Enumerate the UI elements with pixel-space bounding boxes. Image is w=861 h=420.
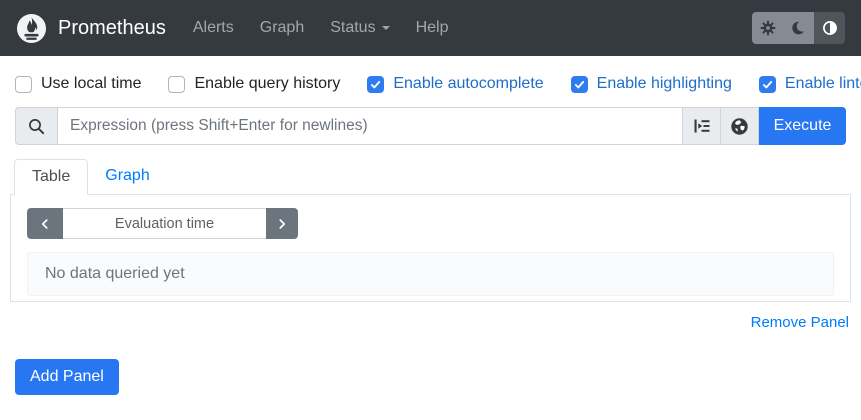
checkmark-icon xyxy=(761,78,774,91)
checkmark-icon xyxy=(573,78,586,91)
chevron-left-icon xyxy=(38,217,52,231)
prometheus-logo-icon xyxy=(16,13,47,44)
table-tab-content: No data queried yet xyxy=(10,195,851,302)
expression-input-group: Execute xyxy=(15,107,846,145)
option-label: Enable autocomplete xyxy=(393,75,543,93)
half-circle-icon xyxy=(822,20,838,36)
panel-tabs: Table Graph xyxy=(10,159,851,195)
option-label: Enable query history xyxy=(194,75,340,93)
time-increase-button[interactable] xyxy=(266,208,298,239)
nav-item-help[interactable]: Help xyxy=(403,11,462,45)
search-icon xyxy=(28,118,45,135)
theme-auto-button[interactable] xyxy=(814,12,845,44)
main-nav: Alerts Graph Status Help xyxy=(180,11,462,45)
tab-graph[interactable]: Graph xyxy=(88,159,166,195)
chevron-down-icon xyxy=(382,26,390,30)
theme-light-button[interactable] xyxy=(752,12,783,44)
brand-title: Prometheus xyxy=(58,17,166,40)
add-panel-button[interactable]: Add Panel xyxy=(15,359,119,395)
checkbox-unchecked[interactable] xyxy=(15,76,32,93)
search-addon xyxy=(15,107,58,145)
query-panel: Table Graph No data queried yet xyxy=(10,159,851,302)
prometheus-brand[interactable]: Prometheus xyxy=(16,13,166,44)
theme-dark-button[interactable] xyxy=(783,12,814,44)
checkbox-unchecked[interactable] xyxy=(168,76,185,93)
time-decrease-button[interactable] xyxy=(27,208,63,239)
nav-item-alerts[interactable]: Alerts xyxy=(180,11,247,45)
option-enable-query-history[interactable]: Enable query history xyxy=(168,75,340,93)
top-navbar: Prometheus Alerts Graph Status Help xyxy=(0,0,861,56)
chevron-right-icon xyxy=(275,217,289,231)
nav-item-status-dropdown[interactable]: Status xyxy=(317,11,402,45)
expression-input[interactable] xyxy=(58,107,683,145)
evaluation-time-group xyxy=(27,208,298,239)
no-data-alert: No data queried yet xyxy=(27,252,834,296)
checkbox-checked[interactable] xyxy=(759,76,776,93)
option-enable-highlighting[interactable]: Enable highlighting xyxy=(571,75,732,93)
metrics-explorer-globe-icon xyxy=(730,117,749,136)
moon-icon xyxy=(791,20,807,36)
option-enable-autocomplete[interactable]: Enable autocomplete xyxy=(367,75,543,93)
gear-icon xyxy=(760,20,776,36)
evaluation-time-input[interactable] xyxy=(63,208,266,239)
query-options-row: Use local time Enable query history Enab… xyxy=(0,56,861,93)
add-panel-row: Add Panel xyxy=(15,359,846,395)
execute-button[interactable]: Execute xyxy=(759,107,846,145)
option-enable-linter[interactable]: Enable linter xyxy=(759,75,861,93)
option-label: Enable linter xyxy=(785,75,861,93)
checkbox-checked[interactable] xyxy=(367,76,384,93)
tree-view-button[interactable] xyxy=(683,107,721,145)
remove-panel-row: Remove Panel xyxy=(12,314,849,332)
checkbox-checked[interactable] xyxy=(571,76,588,93)
option-use-local-time[interactable]: Use local time xyxy=(15,75,141,93)
nav-item-graph[interactable]: Graph xyxy=(247,11,317,45)
option-label: Use local time xyxy=(41,75,141,93)
tab-table[interactable]: Table xyxy=(14,159,88,195)
metrics-explorer-button[interactable] xyxy=(721,107,759,145)
remove-panel-link[interactable]: Remove Panel xyxy=(751,314,849,331)
theme-toggle-group xyxy=(752,12,845,44)
option-label: Enable highlighting xyxy=(597,75,732,93)
checkmark-icon xyxy=(369,78,382,91)
tree-view-icon xyxy=(693,118,711,134)
